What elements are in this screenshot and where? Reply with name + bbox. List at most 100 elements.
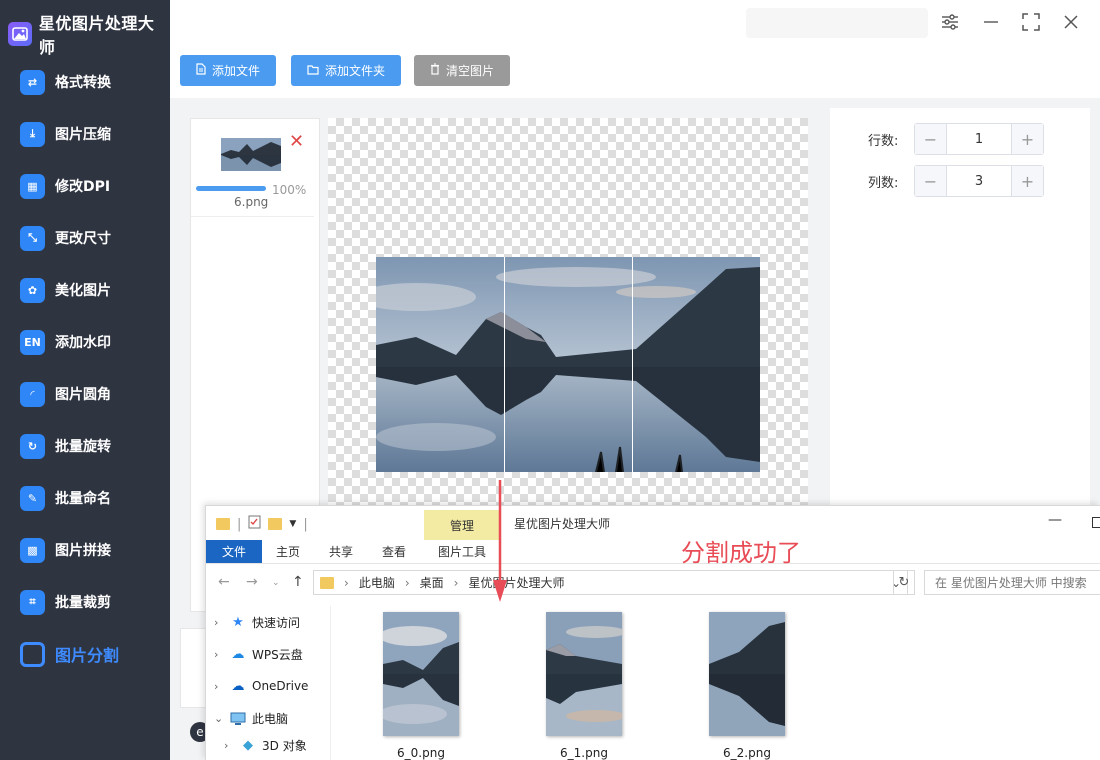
sidebar-item-label: 批量命名: [55, 491, 111, 507]
rows-increment-button[interactable]: +: [1011, 124, 1043, 154]
explorer-maximize-icon[interactable]: [1092, 517, 1100, 528]
tree-item-onedrive[interactable]: › ☁ OneDrive: [206, 670, 330, 702]
sidebar-item-label: 图片圆角: [55, 387, 111, 403]
cols-increment-button[interactable]: +: [1011, 166, 1043, 196]
sidebar-item-stitch[interactable]: ▩ 图片拼接: [0, 524, 170, 576]
folder-icon[interactable]: [216, 518, 230, 530]
chevron-right-icon[interactable]: ›: [214, 648, 224, 661]
breadcrumb-desktop[interactable]: 桌面: [420, 574, 444, 591]
remove-image-icon[interactable]: ✕: [289, 131, 304, 152]
file-item[interactable]: 6_0.png: [361, 612, 481, 760]
sidebar-item-rename[interactable]: ✎ 批量命名: [0, 472, 170, 524]
sidebar-item-label: 批量旋转: [55, 439, 111, 455]
format-convert-icon: ⇄: [20, 69, 45, 95]
manage-tab[interactable]: 管理: [424, 510, 500, 540]
ribbon-tab-picture-tools[interactable]: 图片工具: [438, 540, 486, 563]
chevron-right-icon[interactable]: ›: [214, 680, 224, 693]
ribbon-tab-home[interactable]: 主页: [276, 540, 300, 563]
divider: |: [303, 516, 308, 532]
chevron-down-icon[interactable]: ⌄: [214, 712, 224, 725]
forward-arrow-icon[interactable]: →: [246, 574, 258, 590]
sidebar-item-format-convert[interactable]: ⇄ 格式转换: [0, 56, 170, 108]
sidebar-item-label: 图片分割: [55, 646, 120, 665]
computer-icon: [230, 711, 246, 725]
sidebar-item-label: 修改DPI: [55, 179, 111, 195]
separator-chevron-icon: ›: [404, 575, 410, 590]
sidebar-item-dpi[interactable]: ▦ 修改DPI: [0, 160, 170, 212]
file-grid: 6_0.png 6_1.png 6_2.png: [331, 606, 1100, 760]
sidebar-item-label: 更改尺寸: [55, 231, 111, 247]
sidebar-item-split[interactable]: 图片分割: [0, 628, 170, 680]
onedrive-icon: ☁: [231, 678, 245, 694]
split-line-2: [632, 257, 633, 472]
cols-value[interactable]: 3: [947, 166, 1011, 196]
rows-decrement-button[interactable]: −: [915, 124, 947, 154]
new-folder-icon[interactable]: [268, 518, 283, 530]
tree-item-3d-objects[interactable]: › ◆ 3D 对象: [206, 734, 330, 756]
sidebar-item-round-corner[interactable]: ◜ 图片圆角: [0, 368, 170, 420]
chevron-right-icon[interactable]: ›: [224, 739, 234, 752]
cols-stepper[interactable]: − 3 +: [914, 165, 1044, 197]
tree-item-label: WPS云盘: [252, 647, 303, 662]
back-arrow-icon[interactable]: ←: [218, 574, 230, 590]
maximize-icon[interactable]: [1021, 12, 1041, 32]
recent-dropdown-icon[interactable]: ⌄: [272, 578, 280, 588]
cols-decrement-button[interactable]: −: [915, 166, 947, 196]
file-icon: [196, 63, 206, 78]
explorer-search-input[interactable]: 在 星优图片处理大师 中搜索: [924, 570, 1100, 595]
clear-images-label: 清空图片: [446, 64, 495, 78]
round-corner-icon: ◜: [20, 381, 45, 407]
progress-bar: [196, 186, 266, 191]
top-search-box[interactable]: [746, 8, 928, 38]
customize-dropdown-icon[interactable]: ▼: [289, 519, 296, 529]
refresh-icon[interactable]: ↻: [893, 570, 915, 595]
tree-item-quick-access[interactable]: › ★ 快速访问: [206, 606, 330, 638]
sidebar-item-resize[interactable]: ⤡ 更改尺寸: [0, 212, 170, 264]
sidebar-item-label: 图片拼接: [55, 543, 111, 559]
rows-stepper[interactable]: − 1 +: [914, 123, 1044, 155]
add-folder-button[interactable]: 添加文件夹: [291, 55, 402, 86]
quick-access-toolbar: | ▼ |: [216, 515, 308, 533]
close-icon[interactable]: [1061, 12, 1081, 32]
sidebar-item-beautify[interactable]: ✿ 美化图片: [0, 264, 170, 316]
resize-icon: ⤡: [20, 225, 45, 251]
stitch-icon: ▩: [20, 537, 45, 563]
address-bar[interactable]: › 此电脑 › 桌面 › 星优图片处理大师 ⌄: [313, 570, 908, 595]
file-item[interactable]: 6_1.png: [524, 612, 644, 760]
app-logo-icon: [8, 22, 32, 46]
sidebar-item-crop[interactable]: ⌗ 批量裁剪: [0, 576, 170, 628]
settings-sliders-icon[interactable]: [940, 12, 960, 32]
app-title: 星优图片处理大师: [38, 14, 155, 57]
sidebar-nav: ⇄ 格式转换 ⤓ 图片压缩 ▦ 修改DPI ⤡ 更改尺寸 ✿ 美化图片 EN 添加水印 ◜ 图…: [0, 56, 170, 680]
rows-value[interactable]: 1: [947, 124, 1011, 154]
tree-item-label: OneDrive: [252, 679, 309, 693]
sidebar-item-rotate[interactable]: ↻ 批量旋转: [0, 420, 170, 472]
add-file-button[interactable]: 添加文件: [180, 55, 277, 86]
minimize-icon[interactable]: [981, 12, 1001, 32]
add-folder-label: 添加文件夹: [325, 64, 386, 78]
breadcrumb-this-pc[interactable]: 此电脑: [359, 574, 395, 591]
properties-icon[interactable]: [248, 515, 261, 533]
crop-icon: ⌗: [20, 589, 45, 615]
tree-item-this-pc[interactable]: ⌄ 此电脑: [206, 702, 330, 734]
file-item[interactable]: 6_2.png: [687, 612, 807, 760]
explorer-minimize-icon[interactable]: —: [1048, 512, 1062, 528]
divider: |: [237, 516, 242, 532]
rename-icon: ✎: [20, 485, 45, 511]
ribbon-tab-share[interactable]: 共享: [329, 540, 353, 563]
thumbnail-image: [221, 138, 281, 171]
tree-item-wps-cloud[interactable]: › ☁ WPS云盘: [206, 638, 330, 670]
ribbon-tab-view[interactable]: 查看: [382, 540, 406, 563]
chevron-right-icon[interactable]: ›: [214, 616, 224, 629]
file-explorer-window: | ▼ | 管理 星优图片处理大师 — 文件 主页 共享 查看 图片工具 分割成…: [205, 505, 1100, 760]
progress-percent: 100%: [272, 183, 307, 197]
ribbon-tab-file[interactable]: 文件: [206, 540, 262, 563]
sidebar-item-compress[interactable]: ⤓ 图片压缩: [0, 108, 170, 160]
sidebar-item-label: 批量裁剪: [55, 595, 111, 611]
breadcrumb-folder[interactable]: 星优图片处理大师: [468, 574, 564, 591]
up-arrow-icon[interactable]: ↑: [292, 574, 304, 590]
sidebar-item-watermark[interactable]: EN 添加水印: [0, 316, 170, 368]
clear-images-button[interactable]: 清空图片: [414, 55, 511, 86]
file-thumbnail: [709, 612, 785, 736]
sidebar: 星优图片处理大师 ⇄ 格式转换 ⤓ 图片压缩 ▦ 修改DPI ⤡ 更改尺寸 ✿ 美化图片 …: [0, 0, 170, 760]
